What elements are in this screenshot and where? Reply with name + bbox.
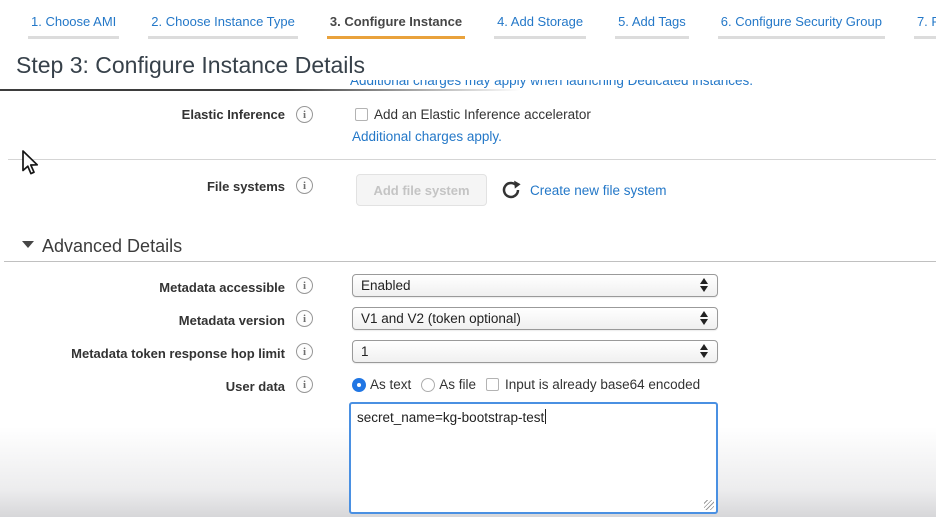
metadata-accessible-value: Enabled: [361, 278, 411, 293]
tab-add-tags[interactable]: 5. Add Tags: [615, 14, 689, 39]
tab-add-tags-label: 5. Add Tags: [618, 14, 686, 29]
metadata-hop-limit-select[interactable]: 1: [352, 340, 718, 363]
text-caret: [545, 409, 546, 424]
elastic-inference-checkbox-label: Add an Elastic Inference accelerator: [374, 107, 591, 122]
tab-review-label: 7. Review: [917, 14, 936, 29]
create-new-file-system-link[interactable]: Create new file system: [530, 183, 667, 198]
as-text-radio[interactable]: [352, 378, 366, 392]
textarea-resize-handle[interactable]: [704, 500, 714, 510]
tab-configure-instance[interactable]: 3. Configure Instance: [327, 14, 465, 39]
user-data-textarea[interactable]: secret_name=kg-bootstrap-test: [349, 402, 718, 514]
tab-configure-security-group-label: 6. Configure Security Group: [721, 14, 882, 29]
elastic-inference-label: Elastic Inference: [0, 107, 285, 122]
metadata-hop-limit-value: 1: [361, 344, 369, 359]
section-divider: [4, 261, 936, 262]
file-systems-info-icon[interactable]: i: [296, 177, 313, 194]
select-stepper-icon: [700, 311, 708, 325]
ec2-launch-wizard-page: Additional charges may apply when launch…: [0, 0, 936, 517]
tab-choose-ami-label: 1. Choose AMI: [31, 14, 116, 29]
base64-encoded-checkbox[interactable]: [486, 378, 499, 391]
base64-encoded-checkbox-label: Input is already base64 encoded: [505, 377, 700, 392]
tab-add-storage-label: 4. Add Storage: [497, 14, 583, 29]
user-data-text: secret_name=kg-bootstrap-test: [357, 410, 544, 425]
metadata-accessible-select[interactable]: Enabled: [352, 274, 718, 297]
as-file-radio-label: As file: [439, 377, 476, 392]
mouse-pointer-icon: [21, 150, 40, 182]
tab-configure-instance-label: 3. Configure Instance: [330, 14, 462, 29]
tab-choose-instance-type-label: 2. Choose Instance Type: [151, 14, 295, 29]
advanced-details-collapse-icon[interactable]: [22, 241, 34, 248]
select-stepper-icon: [700, 278, 708, 292]
wizard-header: 1. Choose AMI 2. Choose Instance Type 3.…: [0, 0, 936, 80]
metadata-version-label: Metadata version: [0, 313, 285, 328]
additional-charges-link[interactable]: Additional charges apply.: [352, 129, 502, 144]
row-divider: [8, 159, 936, 160]
user-data-info-icon[interactable]: i: [296, 376, 313, 393]
file-systems-label: File systems: [0, 179, 285, 194]
elastic-inference-info-icon[interactable]: i: [296, 106, 313, 123]
metadata-version-value: V1 and V2 (token optional): [361, 311, 521, 326]
as-text-radio-label: As text: [370, 377, 411, 392]
tab-add-storage[interactable]: 4. Add Storage: [494, 14, 586, 39]
refresh-icon[interactable]: [501, 180, 521, 205]
metadata-accessible-info-icon[interactable]: i: [296, 277, 313, 294]
tab-configure-security-group[interactable]: 6. Configure Security Group: [718, 14, 885, 39]
metadata-version-select[interactable]: V1 and V2 (token optional): [352, 307, 718, 330]
as-file-radio[interactable]: [421, 378, 435, 392]
user-data-label: User data: [0, 379, 285, 394]
metadata-accessible-label: Metadata accessible: [0, 280, 285, 295]
elastic-inference-checkbox[interactable]: [355, 108, 368, 121]
wizard-step-tabs: 1. Choose AMI 2. Choose Instance Type 3.…: [0, 0, 936, 39]
tab-choose-instance-type[interactable]: 2. Choose Instance Type: [148, 14, 298, 39]
metadata-hop-limit-label: Metadata token response hop limit: [0, 346, 285, 361]
tab-choose-ami[interactable]: 1. Choose AMI: [28, 14, 119, 39]
metadata-hop-limit-info-icon[interactable]: i: [296, 343, 313, 360]
select-stepper-icon: [700, 344, 708, 358]
advanced-details-header[interactable]: Advanced Details: [42, 236, 182, 257]
metadata-version-info-icon[interactable]: i: [296, 310, 313, 327]
add-file-system-button[interactable]: Add file system: [356, 174, 487, 206]
tab-review[interactable]: 7. Review: [914, 14, 936, 39]
page-title: Step 3: Configure Instance Details: [16, 52, 365, 79]
title-divider-line: [0, 89, 520, 91]
